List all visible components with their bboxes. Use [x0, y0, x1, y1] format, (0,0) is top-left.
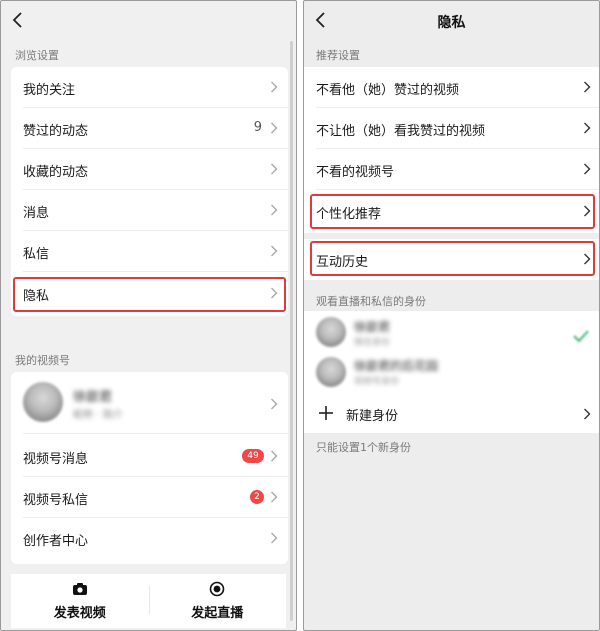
post-video-label: 发表视频	[53, 606, 106, 621]
chevron-right-icon	[583, 253, 591, 265]
identity-name: 徐歆君	[354, 320, 391, 334]
right-topbar: 隐私	[304, 1, 599, 41]
menu-item-private-messages[interactable]: 私信	[11, 231, 288, 272]
menu-item-label: 不看他（她）赞过的视频	[316, 83, 460, 98]
menu-item-label: 视频号消息	[23, 452, 89, 467]
channel-subtitle: 昵称 · 简介	[73, 410, 123, 421]
back-arrow-icon[interactable]	[11, 11, 31, 31]
identity-avatar	[316, 317, 346, 347]
menu-item-label: 隐私	[23, 289, 50, 304]
start-live-label: 发起直播	[191, 606, 244, 621]
channel-card: 徐歆君 昵称 · 简介 视频号消息 49 视频号私信 2 创作者中心	[11, 372, 288, 564]
identity-subtitle: 微信身份	[354, 338, 391, 348]
menu-item-channel-messages[interactable]: 视频号消息 49	[11, 436, 288, 477]
chevron-right-icon	[583, 81, 591, 93]
menu-item-blocked-channels[interactable]: 不看的视频号	[304, 149, 599, 190]
camera-icon	[72, 581, 88, 597]
chevron-right-icon	[583, 205, 591, 217]
post-video-button[interactable]: 发表视频	[11, 574, 149, 628]
menu-item-label: 赞过的动态	[23, 124, 89, 139]
unread-badge: 2	[250, 490, 264, 504]
chevron-right-icon	[270, 81, 278, 93]
divider	[23, 433, 288, 434]
chevron-right-icon	[270, 287, 278, 299]
identity-subtitle: 视频号身份	[354, 377, 400, 387]
menu-item-messages[interactable]: 消息	[11, 190, 288, 231]
menu-item-label: 不看的视频号	[316, 165, 395, 180]
menu-item-label: 私信	[23, 247, 50, 262]
menu-item-interaction-history[interactable]: 互动历史	[304, 239, 599, 280]
chevron-right-icon	[270, 163, 278, 175]
scrollbar[interactable]	[290, 41, 293, 621]
identity-card: 徐歆君 微信身份 徐歆君的后花园 视频号身份 新建身份	[304, 311, 599, 433]
chevron-right-icon	[270, 245, 278, 257]
recommend-settings-card: 不看他（她）赞过的视频 不让他（她）看我赞过的视频 不看的视频号 个性化推荐	[304, 67, 599, 233]
menu-item-label: 不让他（她）看我赞过的视频	[316, 124, 486, 139]
right-screen: 隐私 推荐设置 不看他（她）赞过的视频 不让他（她）看我赞过的视频 不看的视频号…	[303, 0, 600, 631]
live-record-icon	[209, 581, 225, 597]
unread-badge: 49	[242, 449, 264, 463]
menu-item-label: 我的关注	[23, 83, 76, 98]
liked-count: 9	[253, 120, 262, 135]
chevron-right-icon	[270, 450, 278, 462]
divider	[23, 271, 288, 272]
chevron-right-icon	[270, 122, 278, 134]
menu-item-label: 个性化推荐	[316, 207, 382, 222]
identity-option-channel[interactable]: 徐歆君的后花园 视频号身份	[304, 353, 599, 393]
chevron-right-icon	[270, 204, 278, 216]
chevron-right-icon	[270, 491, 278, 503]
check-icon	[573, 327, 589, 343]
menu-item-label: 收藏的动态	[23, 165, 89, 180]
menu-item-creator-center[interactable]: 创作者中心	[11, 518, 288, 559]
menu-item-favorites[interactable]: 收藏的动态	[11, 149, 288, 190]
section-recommend-label: 推荐设置	[316, 49, 360, 62]
section-identity-label: 观看直播和私信的身份	[316, 295, 426, 308]
menu-item-hide-my-likes[interactable]: 不让他（她）看我赞过的视频	[304, 108, 599, 149]
new-identity-label: 新建身份	[346, 409, 399, 424]
browse-settings-card: 我的关注 赞过的动态 9 收藏的动态 消息 私信 隐私	[11, 67, 288, 316]
chevron-right-icon	[270, 398, 278, 410]
identity-hint: 只能设置1个新身份	[316, 441, 411, 454]
bottom-action-bar: 发表视频 发起直播	[11, 574, 286, 628]
identity-name: 徐歆君的后花园	[354, 359, 439, 373]
menu-item-channel-private-messages[interactable]: 视频号私信 2	[11, 477, 288, 518]
menu-item-label: 互动历史	[316, 255, 369, 270]
channel-name: 徐歆君	[73, 390, 113, 405]
menu-item-label: 消息	[23, 206, 50, 221]
menu-item-privacy[interactable]: 隐私	[11, 273, 288, 314]
section-channel-label: 我的视频号	[15, 354, 70, 367]
plus-icon	[318, 405, 334, 421]
chevron-right-icon	[583, 163, 591, 175]
menu-item-hide-their-likes[interactable]: 不看他（她）赞过的视频	[304, 67, 599, 108]
left-screen: 浏览设置 我的关注 赞过的动态 9 收藏的动态 消息 私信 隐私 我的视频号 徐…	[0, 0, 297, 631]
page-title: 隐私	[437, 15, 466, 31]
channel-profile-row[interactable]: 徐歆君 昵称 · 简介	[11, 372, 288, 434]
menu-item-following[interactable]: 我的关注	[11, 67, 288, 108]
menu-item-label: 创作者中心	[23, 534, 89, 549]
chevron-right-icon	[583, 122, 591, 134]
new-identity-row[interactable]: 新建身份	[304, 395, 599, 433]
section-browse-label: 浏览设置	[15, 49, 59, 62]
menu-item-liked-posts[interactable]: 赞过的动态 9	[11, 108, 288, 149]
chevron-right-icon	[270, 532, 278, 544]
menu-item-personalized-recommendations[interactable]: 个性化推荐	[304, 191, 599, 232]
start-live-button[interactable]: 发起直播	[149, 574, 287, 628]
left-topbar	[1, 1, 296, 41]
chevron-right-icon	[583, 408, 591, 420]
menu-item-label: 视频号私信	[23, 493, 89, 508]
identity-avatar	[316, 357, 346, 387]
channel-avatar	[23, 382, 63, 422]
divider	[316, 189, 599, 190]
identity-option-wechat[interactable]: 徐歆君 微信身份	[304, 311, 599, 355]
history-card: 互动历史	[304, 239, 599, 280]
